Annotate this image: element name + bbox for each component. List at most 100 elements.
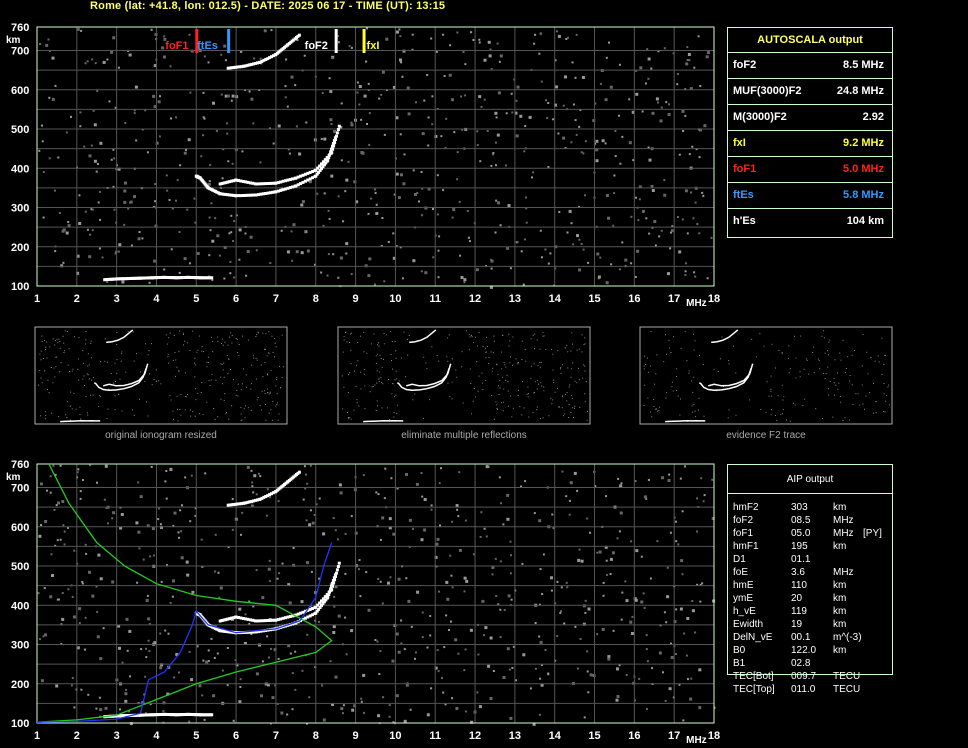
aip-unit: km: [833, 502, 847, 513]
noise-dot: [421, 611, 424, 614]
thumb-noise: [676, 376, 677, 377]
noise-dot: [654, 244, 657, 247]
noise-dot: [202, 659, 205, 662]
thumb-noise: [866, 351, 868, 353]
thumb-noise: [497, 374, 499, 376]
thumb-noise: [552, 369, 554, 371]
noise-dot: [401, 75, 404, 78]
noise-dot: [656, 540, 659, 543]
noise-dot: [239, 686, 242, 688]
thumb-noise: [223, 362, 225, 364]
noise-dot: [448, 73, 452, 77]
thumb-noise: [851, 354, 853, 356]
thumb-noise: [120, 360, 122, 362]
noise-dot: [251, 485, 254, 488]
noise-dot: [621, 241, 624, 244]
x-tick-label: 14: [549, 293, 562, 305]
thumb-noise: [272, 351, 274, 353]
thumb-noise: [226, 412, 227, 413]
thumb-noise: [38, 384, 40, 386]
noise-dot: [230, 99, 233, 102]
noise-dot: [457, 515, 460, 518]
thumb-noise: [505, 379, 507, 381]
noise-dot: [91, 229, 94, 232]
noise-dot: [112, 36, 116, 40]
thumb-noise: [770, 414, 772, 416]
noise-dot: [596, 551, 599, 554]
thumb-noise: [847, 356, 849, 358]
noise-dot: [463, 576, 467, 580]
noise-dot: [705, 55, 709, 59]
noise-dot: [664, 699, 667, 702]
noise-dot: [183, 257, 187, 261]
marker-label-fxI: fxI: [367, 40, 380, 52]
noise-dot: [345, 252, 348, 255]
noise-dot: [231, 498, 234, 500]
thumb-noise: [799, 371, 801, 373]
noise-dot: [228, 232, 231, 235]
noise-dot: [464, 94, 467, 97]
noise-dot: [675, 653, 677, 656]
noise-dot: [423, 99, 426, 102]
noise-dot: [58, 212, 61, 214]
thumb-noise: [561, 407, 563, 409]
thumb-noise: [653, 399, 655, 400]
thumb-noise: [356, 399, 358, 401]
noise-dot: [556, 635, 559, 638]
noise-dot: [232, 240, 235, 242]
noise-dot: [374, 188, 377, 191]
noise-dot: [486, 130, 489, 132]
thumb-noise: [451, 358, 453, 360]
thumb-noise: [461, 351, 463, 353]
thumb-noise: [184, 409, 186, 411]
noise-dot: [614, 130, 617, 132]
thumb-noise: [482, 389, 484, 390]
noise-dot: [261, 660, 264, 663]
noise-dot: [383, 280, 386, 283]
thumb-noise: [376, 370, 378, 372]
noise-dot: [494, 111, 498, 115]
noise-dot: [135, 139, 138, 142]
noise-dot: [196, 645, 199, 648]
thumb-noise: [256, 399, 258, 401]
noise-dot: [305, 121, 308, 124]
thumb-noise: [73, 336, 75, 338]
noise-dot: [294, 84, 297, 87]
x-tick-label: 11: [429, 730, 441, 742]
noise-dot: [88, 570, 91, 574]
noise-dot: [541, 593, 544, 595]
thumb-noise: [867, 373, 869, 375]
aip-unit: m^(-3): [833, 632, 862, 643]
noise-dot: [137, 481, 140, 484]
noise-dot: [202, 134, 205, 137]
thumb-noise: [864, 408, 865, 410]
noise-dot: [544, 248, 547, 251]
thumb-noise: [521, 340, 523, 342]
noise-dot: [70, 684, 73, 687]
noise-dot: [216, 652, 219, 655]
thumb-noise: [783, 396, 785, 398]
thumb-noise: [64, 350, 66, 352]
noise-dot: [363, 94, 367, 98]
thumb-noise: [387, 407, 389, 409]
thumb-noise: [275, 405, 277, 407]
noise-dot: [511, 111, 514, 114]
noise-dot: [176, 179, 179, 182]
noise-dot: [88, 255, 92, 259]
noise-dot: [510, 554, 512, 557]
thumb-noise: [223, 400, 225, 402]
noise-dot: [675, 520, 677, 523]
x-tick-label: 8: [313, 730, 319, 742]
noise-dot: [431, 95, 434, 98]
noise-dot: [576, 667, 579, 670]
thumb-noise: [423, 417, 424, 419]
noise-dot: [42, 635, 45, 638]
thumb-noise: [64, 330, 66, 332]
noise-dot: [271, 696, 275, 700]
thumb-noise: [177, 408, 178, 410]
autoscala-value: 5.8 MHz: [843, 189, 884, 201]
noise-dot: [344, 190, 347, 193]
autoscala-row: ftEs 5.8 MHz: [728, 183, 892, 209]
noise-dot: [636, 249, 640, 253]
thumb-noise: [414, 393, 416, 395]
